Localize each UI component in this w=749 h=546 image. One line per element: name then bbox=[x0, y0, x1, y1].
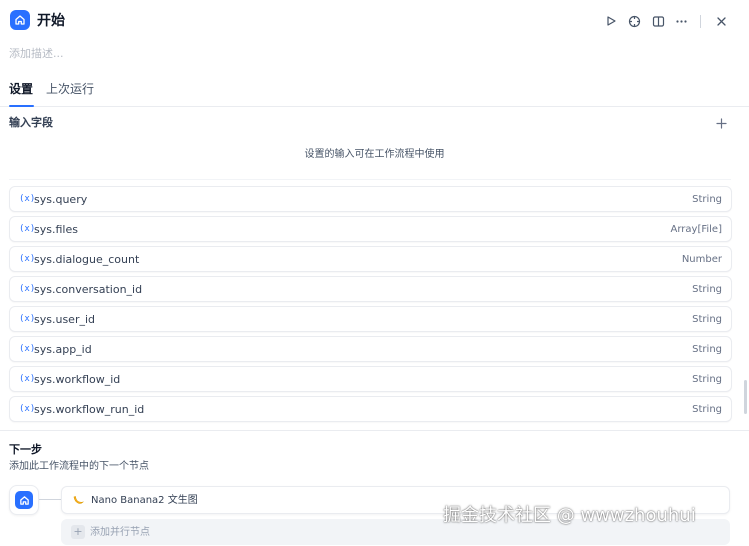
next-step-title: 下一步 bbox=[9, 443, 42, 456]
add-input-icon[interactable] bbox=[714, 116, 728, 130]
variable-type: Array[File] bbox=[670, 224, 722, 235]
plus-icon: + bbox=[71, 525, 85, 539]
variable-row[interactable]: (x) sys.query String bbox=[9, 186, 732, 212]
watermark: 掘金技术社区 @ wwwzhouhui bbox=[443, 505, 696, 526]
connector-line bbox=[39, 499, 61, 500]
variable-row[interactable]: (x) sys.workflow_run_id String bbox=[9, 396, 732, 422]
variable-icon: (x) bbox=[19, 404, 36, 414]
variable-name: sys.workflow_run_id bbox=[34, 403, 145, 416]
home-icon bbox=[15, 491, 33, 509]
more-icon[interactable] bbox=[672, 12, 690, 30]
panel-icon[interactable] bbox=[649, 12, 667, 30]
variable-row[interactable]: (x) sys.user_id String bbox=[9, 306, 732, 332]
tab-settings[interactable]: 设置 bbox=[9, 81, 33, 97]
tab-bar: 设置 上次运行 bbox=[0, 78, 749, 107]
variable-name: sys.user_id bbox=[34, 313, 95, 326]
home-icon bbox=[10, 10, 30, 30]
section-divider bbox=[0, 430, 749, 431]
variable-name: sys.conversation_id bbox=[34, 283, 143, 296]
variable-icon: (x) bbox=[19, 344, 36, 354]
play-icon[interactable] bbox=[602, 12, 620, 30]
variable-icon: (x) bbox=[19, 374, 36, 384]
description-input[interactable]: 添加描述... bbox=[9, 47, 64, 61]
start-node-icon-box bbox=[9, 485, 39, 515]
variable-icon: (x) bbox=[19, 224, 36, 234]
variable-row[interactable]: (x) sys.dialogue_count Number bbox=[9, 246, 732, 272]
variable-name: sys.app_id bbox=[34, 343, 92, 356]
header-divider bbox=[700, 15, 701, 28]
close-icon[interactable] bbox=[712, 12, 730, 30]
variable-list: (x) sys.query String (x) sys.files Array… bbox=[9, 186, 732, 426]
input-fields-hint: 设置的输入可在工作流程中使用 bbox=[304, 149, 445, 160]
variable-type: String bbox=[692, 314, 722, 325]
tab-last-run[interactable]: 上次运行 bbox=[46, 81, 94, 97]
variable-icon: (x) bbox=[19, 254, 36, 264]
variable-name: sys.workflow_id bbox=[34, 373, 121, 386]
banana-icon bbox=[72, 494, 84, 509]
variable-icon: (x) bbox=[19, 314, 36, 324]
crosshair-icon[interactable] bbox=[625, 12, 643, 30]
variable-type: Number bbox=[681, 254, 722, 265]
variable-row[interactable]: (x) sys.workflow_id String bbox=[9, 366, 732, 392]
variable-type: String bbox=[692, 194, 722, 205]
variable-name: sys.query bbox=[34, 193, 88, 206]
panel-header: 开始 bbox=[0, 0, 749, 44]
variable-type: String bbox=[692, 344, 722, 355]
node-title[interactable]: 开始 bbox=[37, 12, 65, 30]
variable-row[interactable]: (x) sys.app_id String bbox=[9, 336, 732, 362]
variable-name: sys.dialogue_count bbox=[34, 253, 140, 266]
add-parallel-label: 添加并行节点 bbox=[90, 527, 150, 538]
next-step-subtitle: 添加此工作流程中的下一个节点 bbox=[9, 461, 149, 472]
next-node-name: Nano Banana2 文生图 bbox=[91, 495, 198, 506]
variable-icon: (x) bbox=[19, 194, 36, 204]
variable-type: String bbox=[692, 374, 722, 385]
variable-row[interactable]: (x) sys.files Array[File] bbox=[9, 216, 732, 242]
variable-type: String bbox=[692, 284, 722, 295]
input-fields-title: 输入字段 bbox=[9, 116, 53, 129]
variable-name: sys.files bbox=[34, 223, 78, 236]
variable-type: String bbox=[692, 404, 722, 415]
scrollbar[interactable] bbox=[744, 380, 747, 414]
active-tab-indicator bbox=[9, 105, 34, 107]
variable-icon: (x) bbox=[19, 284, 36, 294]
variable-row[interactable]: (x) sys.conversation_id String bbox=[9, 276, 732, 302]
hint-divider bbox=[9, 179, 731, 180]
